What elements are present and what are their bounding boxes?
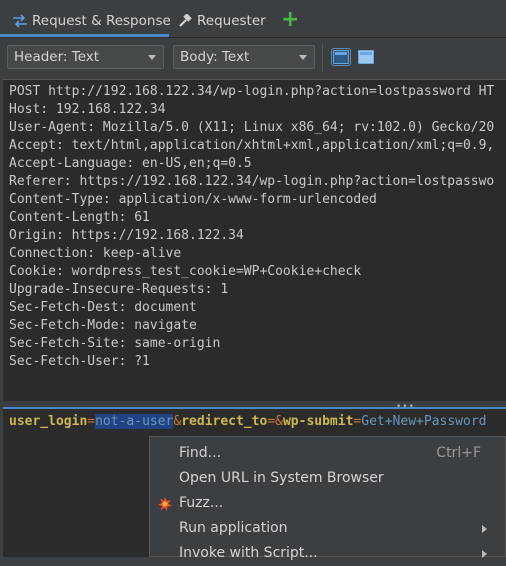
view-toolbar: Header: Text Body: Text [0, 38, 506, 78]
tab-bar: Request & Response Requester + [0, 0, 506, 38]
vertical-layout-icon[interactable] [331, 48, 351, 66]
menu-item-shortcut: Ctrl+F [436, 445, 481, 461]
header-line: Sec-Fetch-Dest: document [9, 300, 197, 315]
header-line: Sec-Fetch-User: ?1 [9, 354, 150, 369]
header-line: Content-Length: 61 [9, 210, 150, 225]
menu-item-label: Invoke with Script... [179, 545, 318, 561]
horizontal-layout-icon[interactable] [358, 50, 374, 64]
tab-label: Request & Response [32, 13, 171, 29]
header-line: Upgrade-Insecure-Requests: 1 [9, 282, 229, 297]
header-line: Referer: https://192.168.122.34/wp-login… [9, 174, 495, 189]
swap-arrows-icon [12, 14, 28, 28]
header-line: Connection: keep-alive [9, 246, 182, 261]
fuzz-burst-icon [158, 497, 172, 511]
submenu-arrow-icon [482, 525, 487, 533]
menu-item-label: Run application [179, 520, 288, 536]
context-menu: Find... Ctrl+F Open URL in System Browse… [149, 436, 506, 561]
header-line: Sec-Fetch-Site: same-origin [9, 336, 221, 351]
param-operator: = [87, 414, 96, 429]
hammer-icon [178, 14, 192, 28]
header-line: User-Agent: Mozilla/5.0 (X11; Linux x86_… [9, 120, 495, 135]
header-line: Host: 192.168.122.34 [9, 102, 166, 117]
menu-item-label: Find... [179, 445, 222, 461]
header-view-select[interactable]: Header: Text [7, 45, 164, 69]
param-value-selected: not-a-user [95, 414, 174, 429]
param-key: user_login [9, 414, 88, 429]
tab-requester[interactable]: Requester [178, 8, 266, 34]
param-key: wp-submit [282, 414, 354, 429]
header-line: Content-Type: application/x-www-form-url… [9, 192, 377, 207]
tab-request-response[interactable]: Request & Response [12, 8, 171, 34]
menu-item-open-url[interactable]: Open URL in System Browser [150, 466, 505, 491]
tab-label: Requester [197, 13, 266, 29]
header-line: Origin: https://192.168.122.34 [9, 228, 244, 243]
menu-item-label: Fuzz... [179, 495, 224, 511]
add-tab-button[interactable]: + [281, 9, 301, 31]
header-line: POST http://192.168.122.34/wp-login.php?… [9, 84, 495, 99]
menu-item-run-application[interactable]: Run application [150, 516, 505, 541]
body-view-value: Body: Text [180, 49, 250, 65]
menu-item-find[interactable]: Find... Ctrl+F [150, 441, 505, 466]
body-line: user_login=not-a-user&redirect_to=&wp-su… [9, 414, 486, 429]
header-line: Accept: text/html,application/xhtml+xml,… [9, 138, 495, 153]
menu-item-invoke-script[interactable]: Invoke with Script... [150, 541, 505, 566]
param-operator: = [267, 414, 276, 429]
body-view-select[interactable]: Body: Text [173, 45, 315, 69]
toolbar-separator [322, 44, 323, 72]
menu-item-fuzz[interactable]: Fuzz... [150, 491, 505, 516]
header-line: Cookie: wordpress_test_cookie=WP+Cookie+… [9, 264, 362, 279]
param-value: Get+New+Password [361, 414, 487, 429]
header-line: Accept-Language: en-US,en;q=0.5 [9, 156, 252, 171]
chevron-down-icon [148, 55, 156, 60]
request-headers-editor[interactable]: POST http://192.168.122.34/wp-login.php?… [3, 79, 506, 402]
header-line: Sec-Fetch-Mode: navigate [9, 318, 197, 333]
param-key: redirect_to [181, 414, 268, 429]
menu-item-label: Open URL in System Browser [179, 470, 384, 486]
header-view-value: Header: Text [14, 49, 100, 65]
param-separator: & [275, 414, 283, 429]
chevron-down-icon [299, 55, 307, 60]
